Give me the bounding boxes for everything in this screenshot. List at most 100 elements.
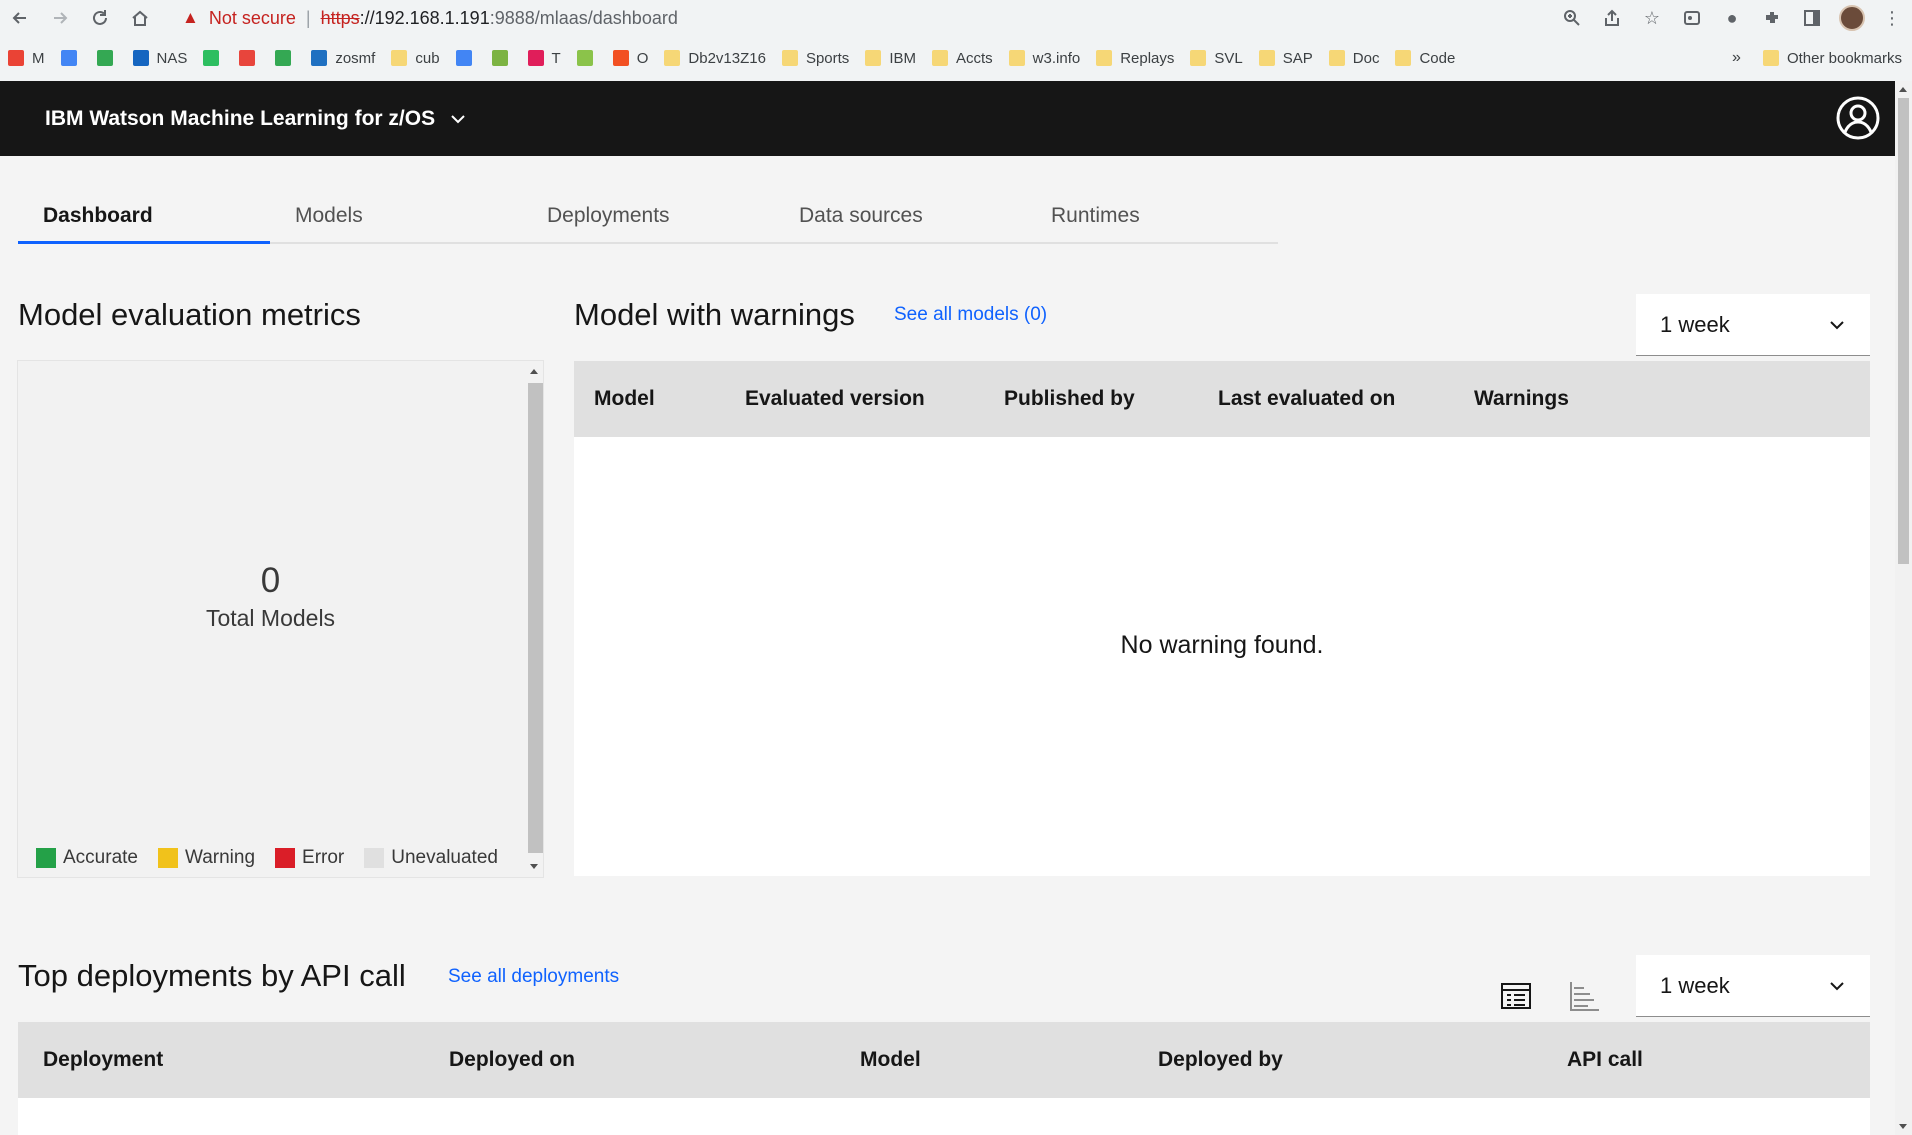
see-all-models-link[interactable]: See all models (0) (894, 304, 1047, 326)
column-header[interactable]: Model (860, 1022, 921, 1098)
bookmark-item[interactable]: SAP (1251, 43, 1321, 73)
column-header[interactable]: Warnings (1474, 361, 1569, 437)
tab-deployments[interactable]: Deployments (522, 192, 774, 244)
column-header[interactable]: Published by (1004, 361, 1135, 437)
url-bar[interactable]: ▲ Not secure | https://192.168.1.191:988… (170, 3, 1570, 33)
column-header[interactable]: Deployment (43, 1022, 163, 1098)
warnings-heading: Model with warnings (574, 297, 855, 332)
bookmark-item[interactable]: Accts (924, 43, 1001, 73)
scrollbar-thumb[interactable] (528, 383, 543, 853)
bookmark-item[interactable] (448, 43, 484, 73)
column-header[interactable]: Model (594, 361, 655, 437)
bookmark-item[interactable]: cub (383, 43, 447, 73)
bookmark-item[interactable] (195, 43, 231, 73)
total-models-count: 0 (260, 561, 281, 600)
share-icon[interactable] (1592, 0, 1632, 36)
puzzle-icon[interactable] (1752, 0, 1792, 36)
maps-icon (275, 50, 292, 66)
page-scrollbar[interactable] (1895, 81, 1912, 1135)
folder-icon (1762, 50, 1779, 66)
menu-kebab-icon[interactable]: ⋮ (1872, 0, 1912, 36)
dsm-icon (132, 50, 149, 66)
slack-icon (527, 50, 544, 66)
folder-icon (1190, 50, 1207, 66)
legend-item: Warning (157, 847, 255, 869)
legend-swatch (275, 848, 296, 868)
back-icon[interactable] (0, 0, 40, 36)
table-view-icon[interactable] (1500, 980, 1532, 1012)
chevron-down-icon[interactable] (449, 110, 467, 128)
sidepanel-icon[interactable] (1792, 0, 1832, 36)
legend-swatch (364, 848, 385, 868)
bookmark-item[interactable] (569, 43, 605, 73)
bookmark-label: w3.info (1032, 49, 1081, 67)
bookmark-item[interactable] (89, 43, 125, 73)
column-header[interactable]: Deployed on (449, 1022, 575, 1098)
bookmark-item[interactable]: NAS (125, 43, 196, 73)
warnings-empty-message: No warning found. (1120, 631, 1324, 659)
home-icon[interactable] (120, 0, 160, 36)
folder-icon (1258, 50, 1275, 66)
scrollbar-thumb[interactable] (1898, 98, 1909, 564)
bookmark-item[interactable]: O (605, 43, 657, 73)
url-separator: | (305, 7, 311, 28)
deployments-period-select[interactable]: 1 week (1636, 955, 1870, 1017)
see-all-deployments-link[interactable]: See all deployments (448, 966, 619, 988)
bookmark-item[interactable]: Replays (1088, 43, 1182, 73)
ibm-icon (311, 50, 328, 66)
bookmark-item[interactable]: Db2v13Z16 (656, 43, 774, 73)
bookmark-item[interactable]: T (520, 43, 569, 73)
tab-runtimes[interactable]: Runtimes (1026, 192, 1278, 244)
scroll-down-icon[interactable] (1899, 1124, 1907, 1129)
reload-icon[interactable] (80, 0, 120, 36)
bookmark-item[interactable]: IBM (857, 43, 924, 73)
bookmark-item[interactable] (53, 43, 89, 73)
tab-data-sources[interactable]: Data sources (774, 192, 1026, 244)
metrics-legend: Accurate Warning Error Unevaluated (36, 847, 518, 869)
bookmark-label: zosmf (335, 49, 376, 67)
app-icon (491, 50, 508, 66)
evernote-icon[interactable]: ● (1712, 0, 1752, 36)
tab-models[interactable]: Models (270, 192, 522, 244)
scroll-up-icon[interactable] (1899, 87, 1907, 92)
forward-icon[interactable] (40, 0, 80, 36)
bookmark-item[interactable] (267, 43, 303, 73)
legend-item: Error (275, 847, 344, 869)
column-header[interactable]: Last evaluated on (1218, 361, 1395, 437)
star-icon[interactable]: ☆ (1632, 0, 1672, 36)
warnings-period-select[interactable]: 1 week (1636, 294, 1870, 356)
column-header[interactable]: API call (1567, 1022, 1643, 1098)
tab-dashboard[interactable]: Dashboard (18, 192, 270, 244)
bookmark-label: Doc (1352, 49, 1380, 67)
bar-chart-view-icon[interactable] (1568, 980, 1600, 1012)
legend-swatch (36, 848, 56, 868)
folder-icon (1328, 50, 1345, 66)
url-path: :9888/mlaas/dashboard (489, 7, 678, 28)
bookmark-item[interactable]: Code (1387, 43, 1463, 73)
profile-avatar[interactable] (1832, 0, 1872, 36)
bookmark-item[interactable]: Sports (774, 43, 857, 73)
bookmark-item[interactable]: SVL (1182, 43, 1250, 73)
bookmarks-more-icon[interactable]: » (1732, 49, 1741, 67)
bookmark-item[interactable] (484, 43, 520, 73)
bookmark-item[interactable]: Doc (1321, 43, 1388, 73)
evernote-icon (203, 50, 220, 66)
bookmark-item[interactable]: w3.info (1001, 43, 1089, 73)
column-header[interactable]: Evaluated version (745, 361, 925, 437)
bookmark-label: NAS (156, 49, 188, 67)
bookmark-item[interactable]: zosmf (303, 43, 383, 73)
bookmark-label: Sports (805, 49, 850, 67)
user-avatar-icon[interactable] (1835, 95, 1881, 141)
folder-icon (664, 50, 681, 66)
app-title[interactable]: IBM Watson Machine Learning for z/OS (45, 107, 435, 131)
other-bookmarks[interactable]: Other bookmarks (1755, 43, 1912, 73)
scroll-up-icon[interactable] (530, 369, 538, 374)
scroll-down-icon[interactable] (530, 864, 538, 869)
metrics-scrollbar[interactable] (524, 361, 543, 877)
bookmark-item[interactable]: M (0, 43, 53, 73)
extension-icon[interactable] (1672, 0, 1712, 36)
bookmark-item[interactable] (231, 43, 267, 73)
not-secure-label: Not secure (208, 7, 296, 28)
column-header[interactable]: Deployed by (1158, 1022, 1283, 1098)
zoom-icon[interactable] (1552, 0, 1592, 36)
